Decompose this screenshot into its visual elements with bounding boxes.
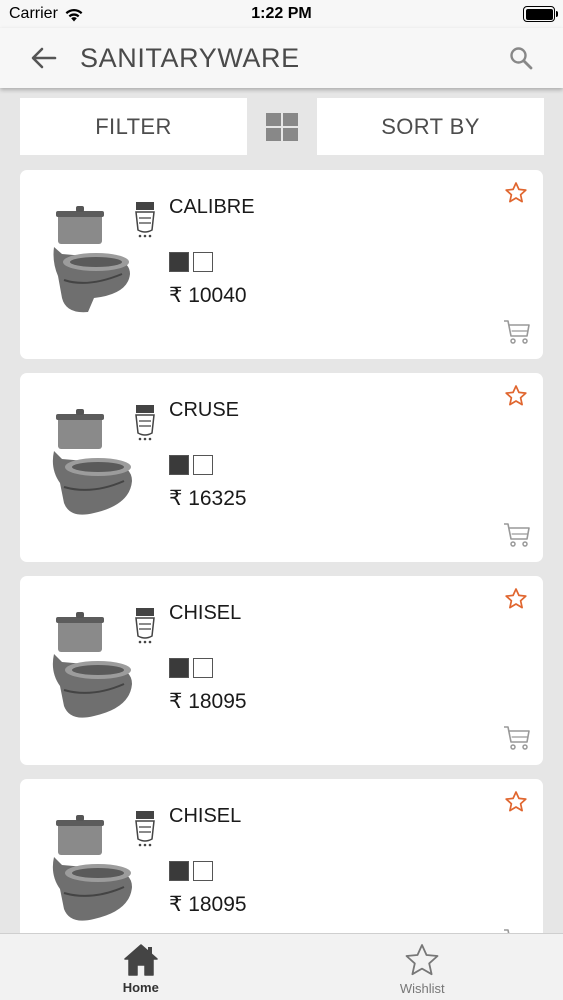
product-name: CRUSE (169, 399, 240, 421)
arrow-left-icon (31, 47, 57, 69)
product-image (52, 811, 155, 921)
product-price: ₹ 16325 (169, 487, 247, 510)
product-image (52, 405, 155, 515)
product-name: CHISEL (169, 602, 242, 624)
tab-home[interactable]: Home (0, 934, 282, 1000)
bottom-tab-bar: Home Wishlist (0, 933, 563, 1000)
status-bar: Carrier 1:22 PM (0, 0, 563, 28)
filter-button[interactable]: FILTER (20, 98, 247, 155)
star-icon[interactable] (504, 587, 528, 611)
star-icon[interactable] (504, 384, 528, 408)
back-button[interactable] (22, 36, 66, 80)
product-price: ₹ 10040 (169, 284, 247, 307)
color-swatches (169, 861, 213, 881)
swatch-white[interactable] (193, 658, 213, 678)
swatch-white[interactable] (193, 252, 213, 272)
product-name: CALIBRE (169, 196, 255, 218)
product-card[interactable]: CALIBRE ₹ 10040 (20, 170, 543, 359)
color-swatches (169, 252, 213, 272)
sort-by-button[interactable]: SORT BY (317, 98, 544, 155)
grid-view-toggle[interactable] (247, 98, 317, 155)
status-left: Carrier (9, 5, 84, 23)
swatch-dark[interactable] (169, 252, 189, 272)
swatch-dark[interactable] (169, 861, 189, 881)
page-title: SANITARYWARE (80, 42, 300, 73)
tab-label: Wishlist (399, 981, 445, 996)
star-icon (405, 944, 439, 976)
star-icon[interactable] (504, 790, 528, 814)
swatch-dark[interactable] (169, 658, 189, 678)
product-card[interactable]: CHISEL ₹ 18095 (20, 576, 543, 765)
swatch-white[interactable] (193, 455, 213, 475)
app-header: SANITARYWARE (0, 28, 563, 88)
color-swatches (169, 455, 213, 475)
swatch-white[interactable] (193, 861, 213, 881)
wifi-icon (65, 8, 83, 21)
cart-icon[interactable] (503, 319, 531, 345)
product-price: ₹ 18095 (169, 690, 247, 713)
cart-icon[interactable] (503, 522, 531, 548)
product-price: ₹ 18095 (169, 893, 247, 916)
grid-view-icon (266, 112, 298, 141)
status-time: 1:22 PM (251, 5, 312, 22)
tab-wishlist[interactable]: Wishlist (282, 934, 563, 1000)
product-image (52, 608, 155, 718)
star-icon[interactable] (504, 181, 528, 205)
carrier-label: Carrier (9, 5, 58, 22)
home-icon (124, 944, 158, 976)
battery-icon (523, 6, 558, 22)
cart-icon[interactable] (503, 725, 531, 751)
product-image (53, 202, 155, 313)
search-icon (510, 47, 533, 70)
search-button[interactable] (499, 36, 543, 80)
tab-label: Home (122, 980, 159, 995)
filter-sort-bar: FILTER SORT BY (20, 98, 544, 155)
swatch-dark[interactable] (169, 455, 189, 475)
product-card[interactable]: CRUSE ₹ 16325 (20, 373, 543, 562)
color-swatches (169, 658, 213, 678)
product-name: CHISEL (169, 805, 242, 827)
